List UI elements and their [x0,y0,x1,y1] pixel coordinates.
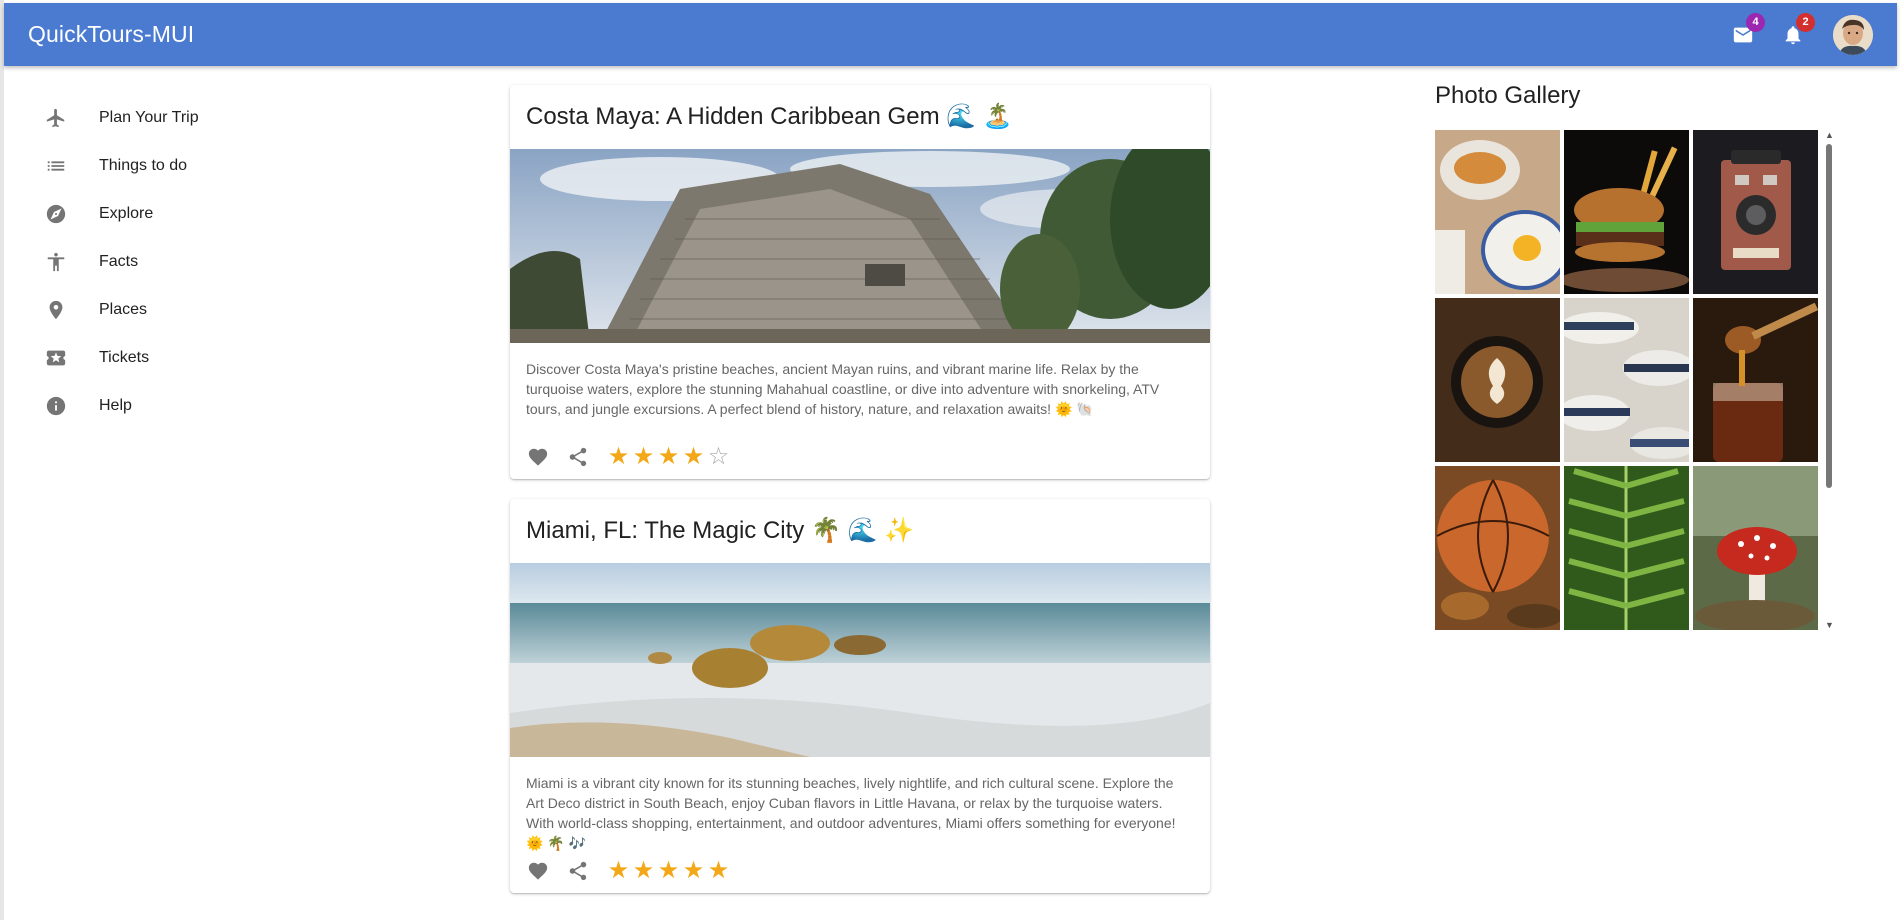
heart-icon [528,448,548,466]
sidebar-item-label: Tickets [99,349,150,366]
sidebar-item-label: Facts [99,253,139,270]
sidebar-item-label: Help [99,397,132,414]
scroll-down-icon[interactable]: ▼ [1825,620,1834,630]
app-bar: QuickTours-MUI 4 2 [4,3,1897,66]
airplane-icon [44,106,68,130]
star-icon[interactable]: ★ [656,859,681,883]
ticket-icon [44,346,68,370]
gallery-photo-basketball[interactable] [1435,466,1560,630]
gallery-scroll-area[interactable]: ▲ ▼ [1435,130,1835,630]
tour-feed: Costa Maya: A Hidden Caribbean Gem 🌊 🏝️ [510,85,1210,913]
app-title[interactable]: QuickTours-MUI [28,21,194,48]
rating-stars[interactable]: ★ ★ ★ ★ ☆ [606,445,731,469]
card-title: Costa Maya: A Hidden Caribbean Gem 🌊 🏝️ [526,103,1013,130]
location-pin-icon [44,298,68,322]
tour-card: Costa Maya: A Hidden Caribbean Gem 🌊 🏝️ [510,85,1210,479]
star-icon[interactable]: ★ [681,445,706,469]
star-outline-icon[interactable]: ☆ [706,445,731,469]
tour-card: Miami, FL: The Magic City 🌴 🌊 ✨ Miami is… [510,499,1210,893]
sidebar-item-facts[interactable]: Facts [4,238,304,286]
favorite-button[interactable] [526,859,550,883]
list-icon [44,154,68,178]
gallery-photo-honey[interactable] [1693,298,1818,462]
info-icon [44,394,68,418]
beach-rocks-seascape-photo [510,563,1210,757]
star-icon[interactable]: ★ [631,859,656,883]
star-icon[interactable]: ★ [631,445,656,469]
gallery-photo-fern[interactable] [1564,466,1689,630]
gallery-grid [1435,130,1820,630]
sidebar-item-plan-your-trip[interactable]: Plan Your Trip [4,94,304,142]
sidebar-item-explore[interactable]: Explore [4,190,304,238]
sidebar-item-label: Things to do [99,157,188,174]
sidebar-item-places[interactable]: Places [4,286,304,334]
share-icon [569,447,587,467]
scroll-up-icon[interactable]: ▲ [1825,130,1834,140]
gallery-photo-hats[interactable] [1564,298,1689,462]
gallery-scrollbar[interactable]: ▲ ▼ [1823,130,1835,630]
sidebar-item-label: Explore [99,205,154,222]
photo-gallery: Photo Gallery ▲ ▼ [1435,82,1840,630]
star-icon[interactable]: ★ [606,859,631,883]
share-icon [569,861,587,881]
card-description: Miami is a vibrant city known for its st… [526,775,1176,851]
notifications-badge: 2 [1796,12,1815,32]
user-avatar[interactable] [1833,14,1873,55]
accessibility-icon [44,250,68,274]
share-button[interactable] [566,445,590,469]
gallery-photo-camera[interactable] [1693,130,1818,294]
favorite-button[interactable] [526,445,550,469]
sidebar-item-tickets[interactable]: Tickets [4,334,304,382]
compass-icon [44,202,68,226]
sidebar-item-help[interactable]: Help [4,382,304,430]
scrollbar-thumb[interactable] [1826,144,1832,488]
sidebar-item-things-to-do[interactable]: Things to do [4,142,304,190]
star-icon[interactable]: ★ [606,445,631,469]
rating-stars[interactable]: ★ ★ ★ ★ ★ [606,859,731,883]
gallery-photo-latte[interactable] [1435,298,1560,462]
mayan-pyramid-ruins-photo [510,149,1210,343]
mail-button[interactable]: 4 [1729,12,1765,49]
sidebar-item-label: Places [99,301,148,318]
gallery-title: Photo Gallery [1435,82,1581,109]
card-description: Discover Costa Maya's pristine beaches, … [526,361,1160,417]
gallery-photo-burger[interactable] [1564,130,1689,294]
notifications-button[interactable]: 2 [1779,12,1815,49]
sidebar-nav: Plan Your Trip Things to do Explore Fact… [4,94,304,430]
card-actions: ★ ★ ★ ★ ★ [510,849,1210,893]
heart-icon [528,862,548,880]
star-icon[interactable]: ★ [681,859,706,883]
mail-badge: 4 [1746,12,1765,32]
star-icon[interactable]: ★ [706,859,731,883]
gallery-photo-breakfast[interactable] [1435,130,1560,294]
sidebar-item-label: Plan Your Trip [99,109,199,126]
card-actions: ★ ★ ★ ★ ☆ [510,435,1210,479]
share-button[interactable] [566,859,590,883]
gallery-photo-mushroom[interactable] [1693,466,1818,630]
star-icon[interactable]: ★ [656,445,681,469]
card-title: Miami, FL: The Magic City 🌴 🌊 ✨ [526,517,914,544]
